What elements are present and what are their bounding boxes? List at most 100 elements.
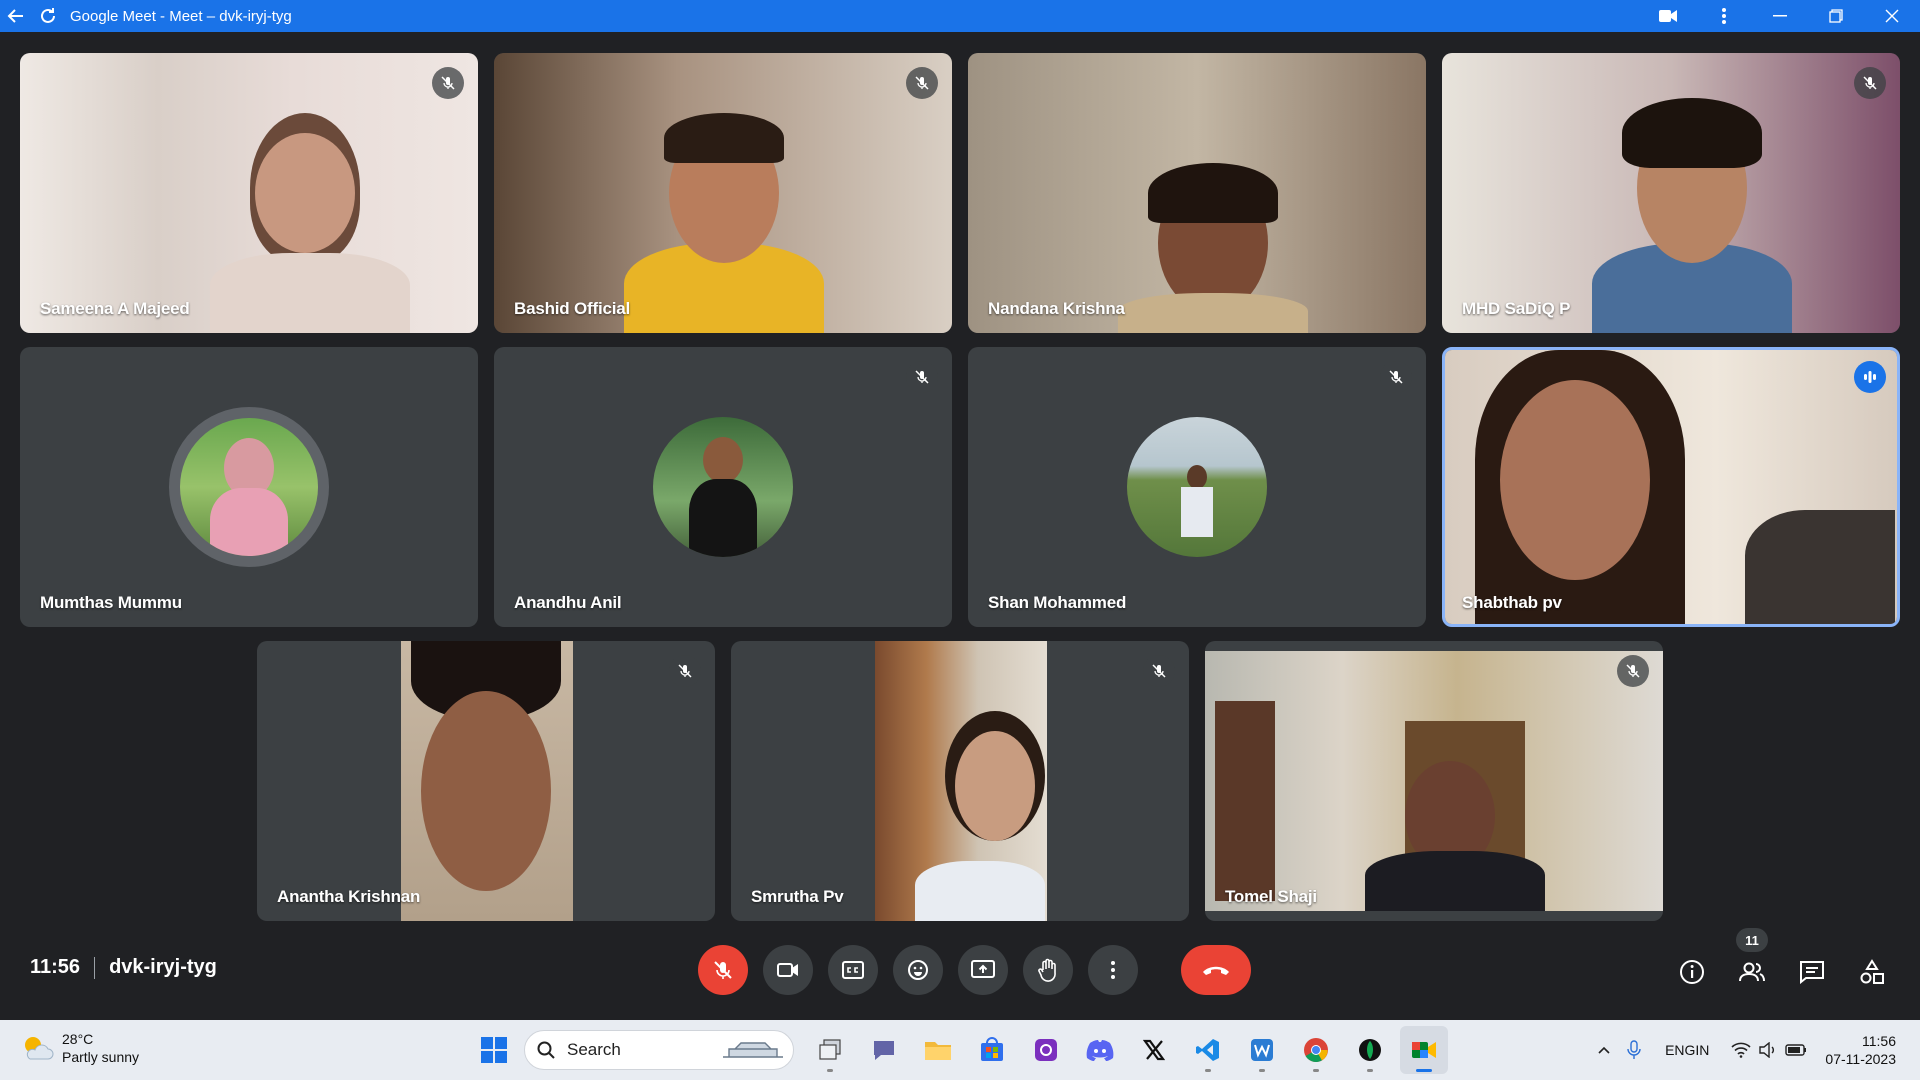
start-button[interactable] bbox=[470, 1026, 518, 1074]
wifi-icon[interactable] bbox=[1731, 1042, 1751, 1058]
avatar-ring bbox=[169, 407, 329, 567]
avatar bbox=[1127, 417, 1267, 557]
tray-overflow-chevron-icon[interactable] bbox=[1597, 1045, 1611, 1055]
participant-name: Sameena A Majeed bbox=[40, 299, 190, 318]
participant-tile[interactable]: Sameena A Majeed bbox=[20, 53, 478, 333]
volume-icon[interactable] bbox=[1759, 1042, 1777, 1058]
back-arrow-icon[interactable] bbox=[0, 0, 32, 32]
search-highlight-icon bbox=[723, 1042, 783, 1058]
camera-icon bbox=[777, 963, 798, 977]
participant-name: Tomel Shaji bbox=[1225, 887, 1317, 906]
chat-icon bbox=[1800, 961, 1824, 984]
avatar bbox=[653, 417, 793, 557]
chat-app-icon bbox=[874, 1041, 894, 1060]
taskbar-x[interactable] bbox=[1130, 1026, 1178, 1074]
activities-button[interactable] bbox=[1850, 950, 1894, 994]
participant-name: Mumthas Mummu bbox=[40, 593, 182, 612]
video-feed bbox=[401, 641, 573, 921]
present-screen-button[interactable] bbox=[958, 945, 1008, 995]
meeting-code: dvk-iryj-tyg bbox=[109, 956, 217, 978]
microphone-toggle-button[interactable] bbox=[698, 945, 748, 995]
taskbar-app-purple[interactable] bbox=[1022, 1026, 1070, 1074]
participant-tile[interactable]: Anantha Krishnan bbox=[257, 641, 715, 921]
mic-off-icon bbox=[714, 961, 732, 979]
emoji-reaction-button[interactable] bbox=[893, 945, 943, 995]
participant-tile[interactable]: Bashid Official bbox=[494, 53, 952, 333]
taskbar-chrome[interactable] bbox=[1292, 1026, 1340, 1074]
raise-hand-button[interactable] bbox=[1023, 945, 1073, 995]
avatar-ring bbox=[643, 407, 803, 567]
system-tray: ENG IN 11:56 07-11-2023 bbox=[1589, 1020, 1920, 1080]
taskbar-discord[interactable] bbox=[1076, 1026, 1124, 1074]
speaking-indicator-icon bbox=[1854, 361, 1886, 393]
meeting-details-button[interactable] bbox=[1670, 950, 1714, 994]
participant-tile-active-speaker[interactable]: Shabthab pv bbox=[1442, 347, 1900, 627]
participant-tile[interactable]: Smrutha Pv bbox=[731, 641, 1189, 921]
partly-sunny-icon bbox=[25, 1037, 54, 1060]
google-meet-icon bbox=[1412, 1042, 1436, 1058]
video-feed bbox=[1442, 53, 1900, 333]
taskbar-chat[interactable] bbox=[860, 1026, 908, 1074]
taskbar-clock[interactable]: 11:56 07-11-2023 bbox=[1825, 1032, 1896, 1068]
muted-mic-icon bbox=[906, 67, 938, 99]
meeting-time: 11:56 bbox=[30, 956, 81, 978]
taskbar-task-view[interactable] bbox=[806, 1026, 854, 1074]
window-titlebar: Google Meet - Meet – dvk-iryj-tyg bbox=[0, 0, 1920, 32]
taskbar-file-explorer[interactable] bbox=[914, 1026, 962, 1074]
tray-microphone-icon[interactable] bbox=[1627, 1040, 1641, 1060]
more-options-button[interactable] bbox=[1088, 945, 1138, 995]
muted-mic-icon bbox=[1380, 361, 1412, 393]
weather-temp: 28°C bbox=[62, 1031, 94, 1047]
present-icon bbox=[971, 960, 995, 978]
participant-tile[interactable]: Mumthas Mummu bbox=[20, 347, 478, 627]
participant-tile[interactable]: Nandana Krishna bbox=[968, 53, 1426, 333]
leave-call-button[interactable] bbox=[1181, 945, 1251, 995]
captions-button[interactable] bbox=[828, 945, 878, 995]
camera-toggle-button[interactable] bbox=[763, 945, 813, 995]
muted-mic-icon bbox=[906, 361, 938, 393]
chat-button[interactable] bbox=[1790, 950, 1834, 994]
video-feed bbox=[968, 53, 1426, 333]
weather-widget[interactable]: 28°C Partly sunny bbox=[20, 1030, 139, 1066]
x-logo-icon bbox=[1143, 1039, 1165, 1061]
taskbar-search[interactable]: Search bbox=[524, 1030, 794, 1070]
taskbar-google-meet[interactable] bbox=[1400, 1026, 1448, 1074]
taskbar-vscode[interactable] bbox=[1184, 1026, 1232, 1074]
people-button[interactable]: 11 bbox=[1730, 928, 1774, 994]
language-code: ENG bbox=[1665, 1042, 1696, 1058]
avatar-ring bbox=[1117, 407, 1277, 567]
more-vert-icon bbox=[1111, 961, 1115, 979]
video-feed bbox=[1445, 350, 1897, 624]
close-icon[interactable] bbox=[1864, 0, 1920, 32]
language-indicator[interactable]: ENG IN bbox=[1665, 1041, 1709, 1059]
chrome-icon bbox=[1304, 1038, 1328, 1063]
divider bbox=[94, 956, 96, 979]
video-feed bbox=[875, 641, 1047, 921]
meeting-side-controls: 11 bbox=[1654, 928, 1894, 994]
video-feed bbox=[20, 53, 478, 333]
reload-icon[interactable] bbox=[32, 0, 64, 32]
participant-name: Smrutha Pv bbox=[751, 887, 844, 906]
participant-name: Bashid Official bbox=[514, 299, 631, 318]
language-region: IN bbox=[1695, 1042, 1710, 1058]
battery-icon[interactable] bbox=[1785, 1043, 1807, 1057]
windows-start-icon bbox=[481, 1037, 507, 1063]
store-icon bbox=[981, 1037, 1003, 1061]
minimize-icon[interactable] bbox=[1752, 0, 1808, 32]
taskbar-store[interactable] bbox=[968, 1026, 1016, 1074]
leaf-app-icon bbox=[1359, 1039, 1381, 1061]
participant-tile[interactable]: MHD SaDiQ P bbox=[1442, 53, 1900, 333]
video-feed bbox=[1205, 651, 1663, 911]
participant-tile[interactable]: Shan Mohammed bbox=[968, 347, 1426, 627]
camera-indicator-icon[interactable] bbox=[1640, 0, 1696, 32]
activities-icon bbox=[1860, 959, 1884, 984]
participant-tile[interactable]: Tomel Shaji bbox=[1205, 641, 1663, 921]
restore-icon[interactable] bbox=[1808, 0, 1864, 32]
muted-mic-icon bbox=[1617, 655, 1649, 687]
window-menu-icon[interactable] bbox=[1696, 0, 1752, 32]
participant-tile[interactable]: Anandhu Anil bbox=[494, 347, 952, 627]
muted-mic-icon bbox=[1143, 655, 1175, 687]
taskbar-word[interactable] bbox=[1238, 1026, 1286, 1074]
taskbar-app-leaf[interactable] bbox=[1346, 1026, 1394, 1074]
meeting-info: 11:56 dvk-iryj-tyg bbox=[30, 956, 217, 979]
